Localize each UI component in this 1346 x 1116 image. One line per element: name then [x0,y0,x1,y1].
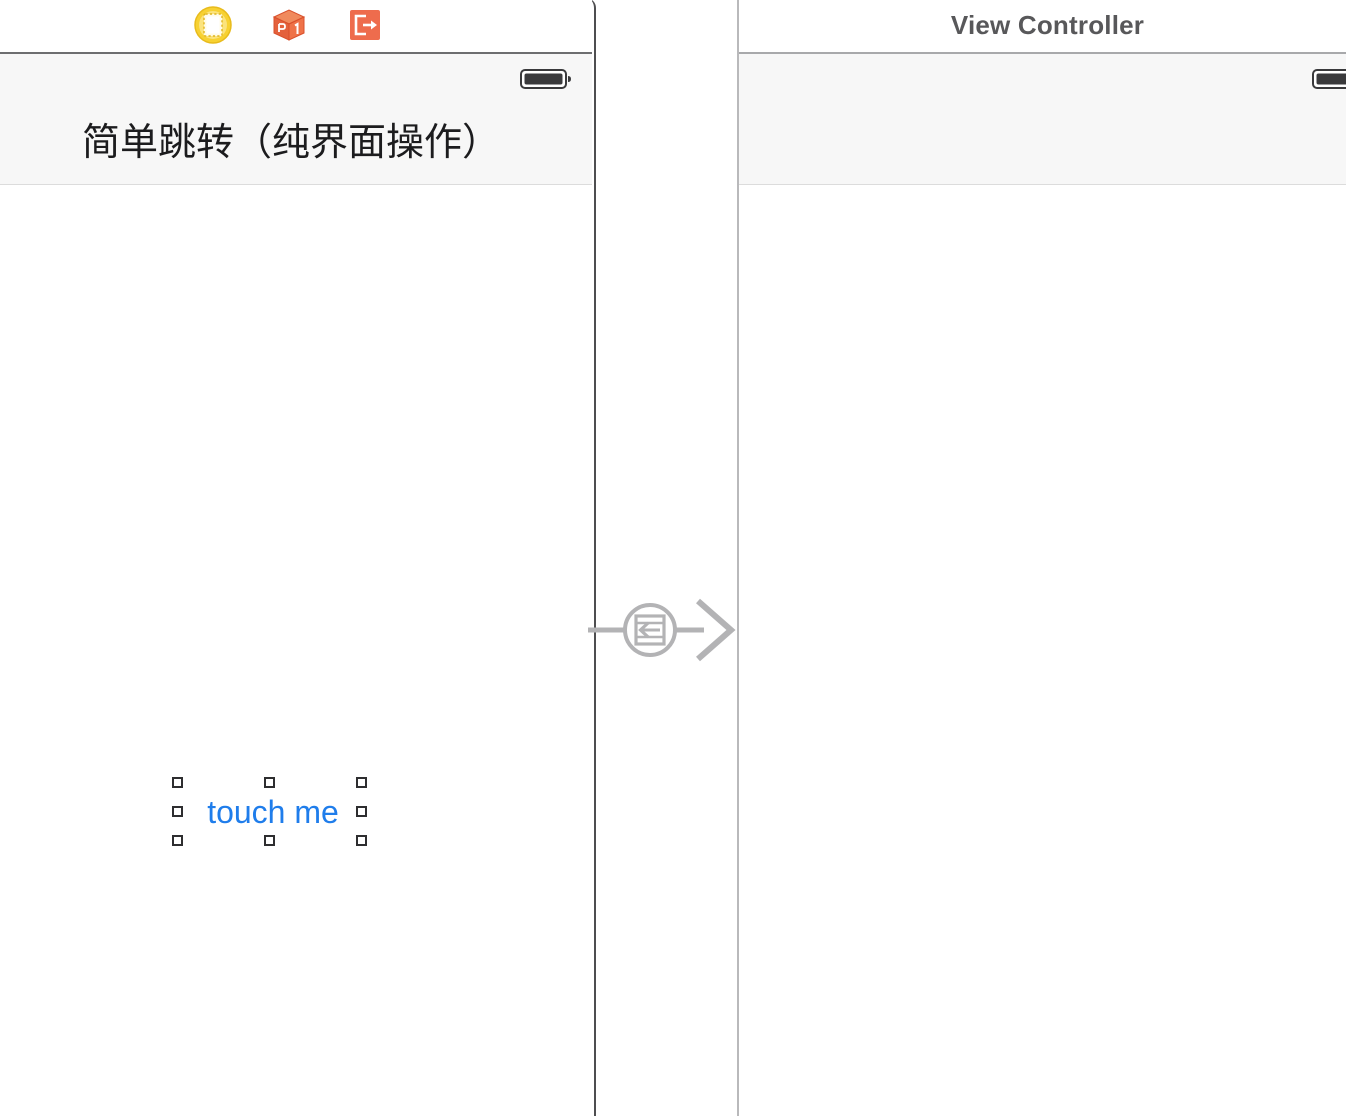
segue-show-icon [634,614,666,646]
scene-content-view-left[interactable]: touch me [0,186,592,1116]
scene-simple-jump[interactable]: 简单跳转（纯界面操作） touch me [0,0,596,1116]
touch-me-button-label[interactable]: touch me [200,792,346,832]
selection-handle-middle-right[interactable] [356,806,367,817]
navigation-bar-right[interactable] [739,54,1346,185]
first-responder-cube-icon[interactable] [268,4,310,46]
selection-handle-bottom-left[interactable] [172,835,183,846]
status-bar-left [0,54,592,100]
storyboard-canvas[interactable]: 简单跳转（纯界面操作） touch me View Controller [0,0,1346,1116]
selection-handle-top-left[interactable] [172,777,183,788]
battery-full-icon [1312,67,1346,96]
view-controller-icon[interactable] [192,4,234,46]
selection-handle-middle-left[interactable] [172,806,183,817]
selection-handle-top-right[interactable] [356,777,367,788]
scene-title-view-controller: View Controller [950,9,1145,40]
scene-dock-right[interactable]: View Controller [739,0,1346,54]
scene-view-controller[interactable]: View Controller [737,0,1346,1116]
selection-handle-bottom-right[interactable] [356,835,367,846]
show-segue-connector[interactable] [588,596,740,664]
exit-icon[interactable] [344,4,386,46]
navigation-bar-left[interactable]: 简单跳转（纯界面操作） [0,54,592,185]
selection-handle-top-center[interactable] [264,777,275,788]
navigation-bar-title[interactable]: 简单跳转（纯界面操作） [82,111,500,166]
scene-dock-icon-list [192,4,386,46]
touch-me-button-selection[interactable]: touch me [166,772,380,852]
scene-content-view-right[interactable] [739,186,1346,1116]
selection-handle-bottom-center[interactable] [264,835,275,846]
battery-full-icon [520,67,574,96]
scene-dock-left[interactable] [0,0,592,54]
